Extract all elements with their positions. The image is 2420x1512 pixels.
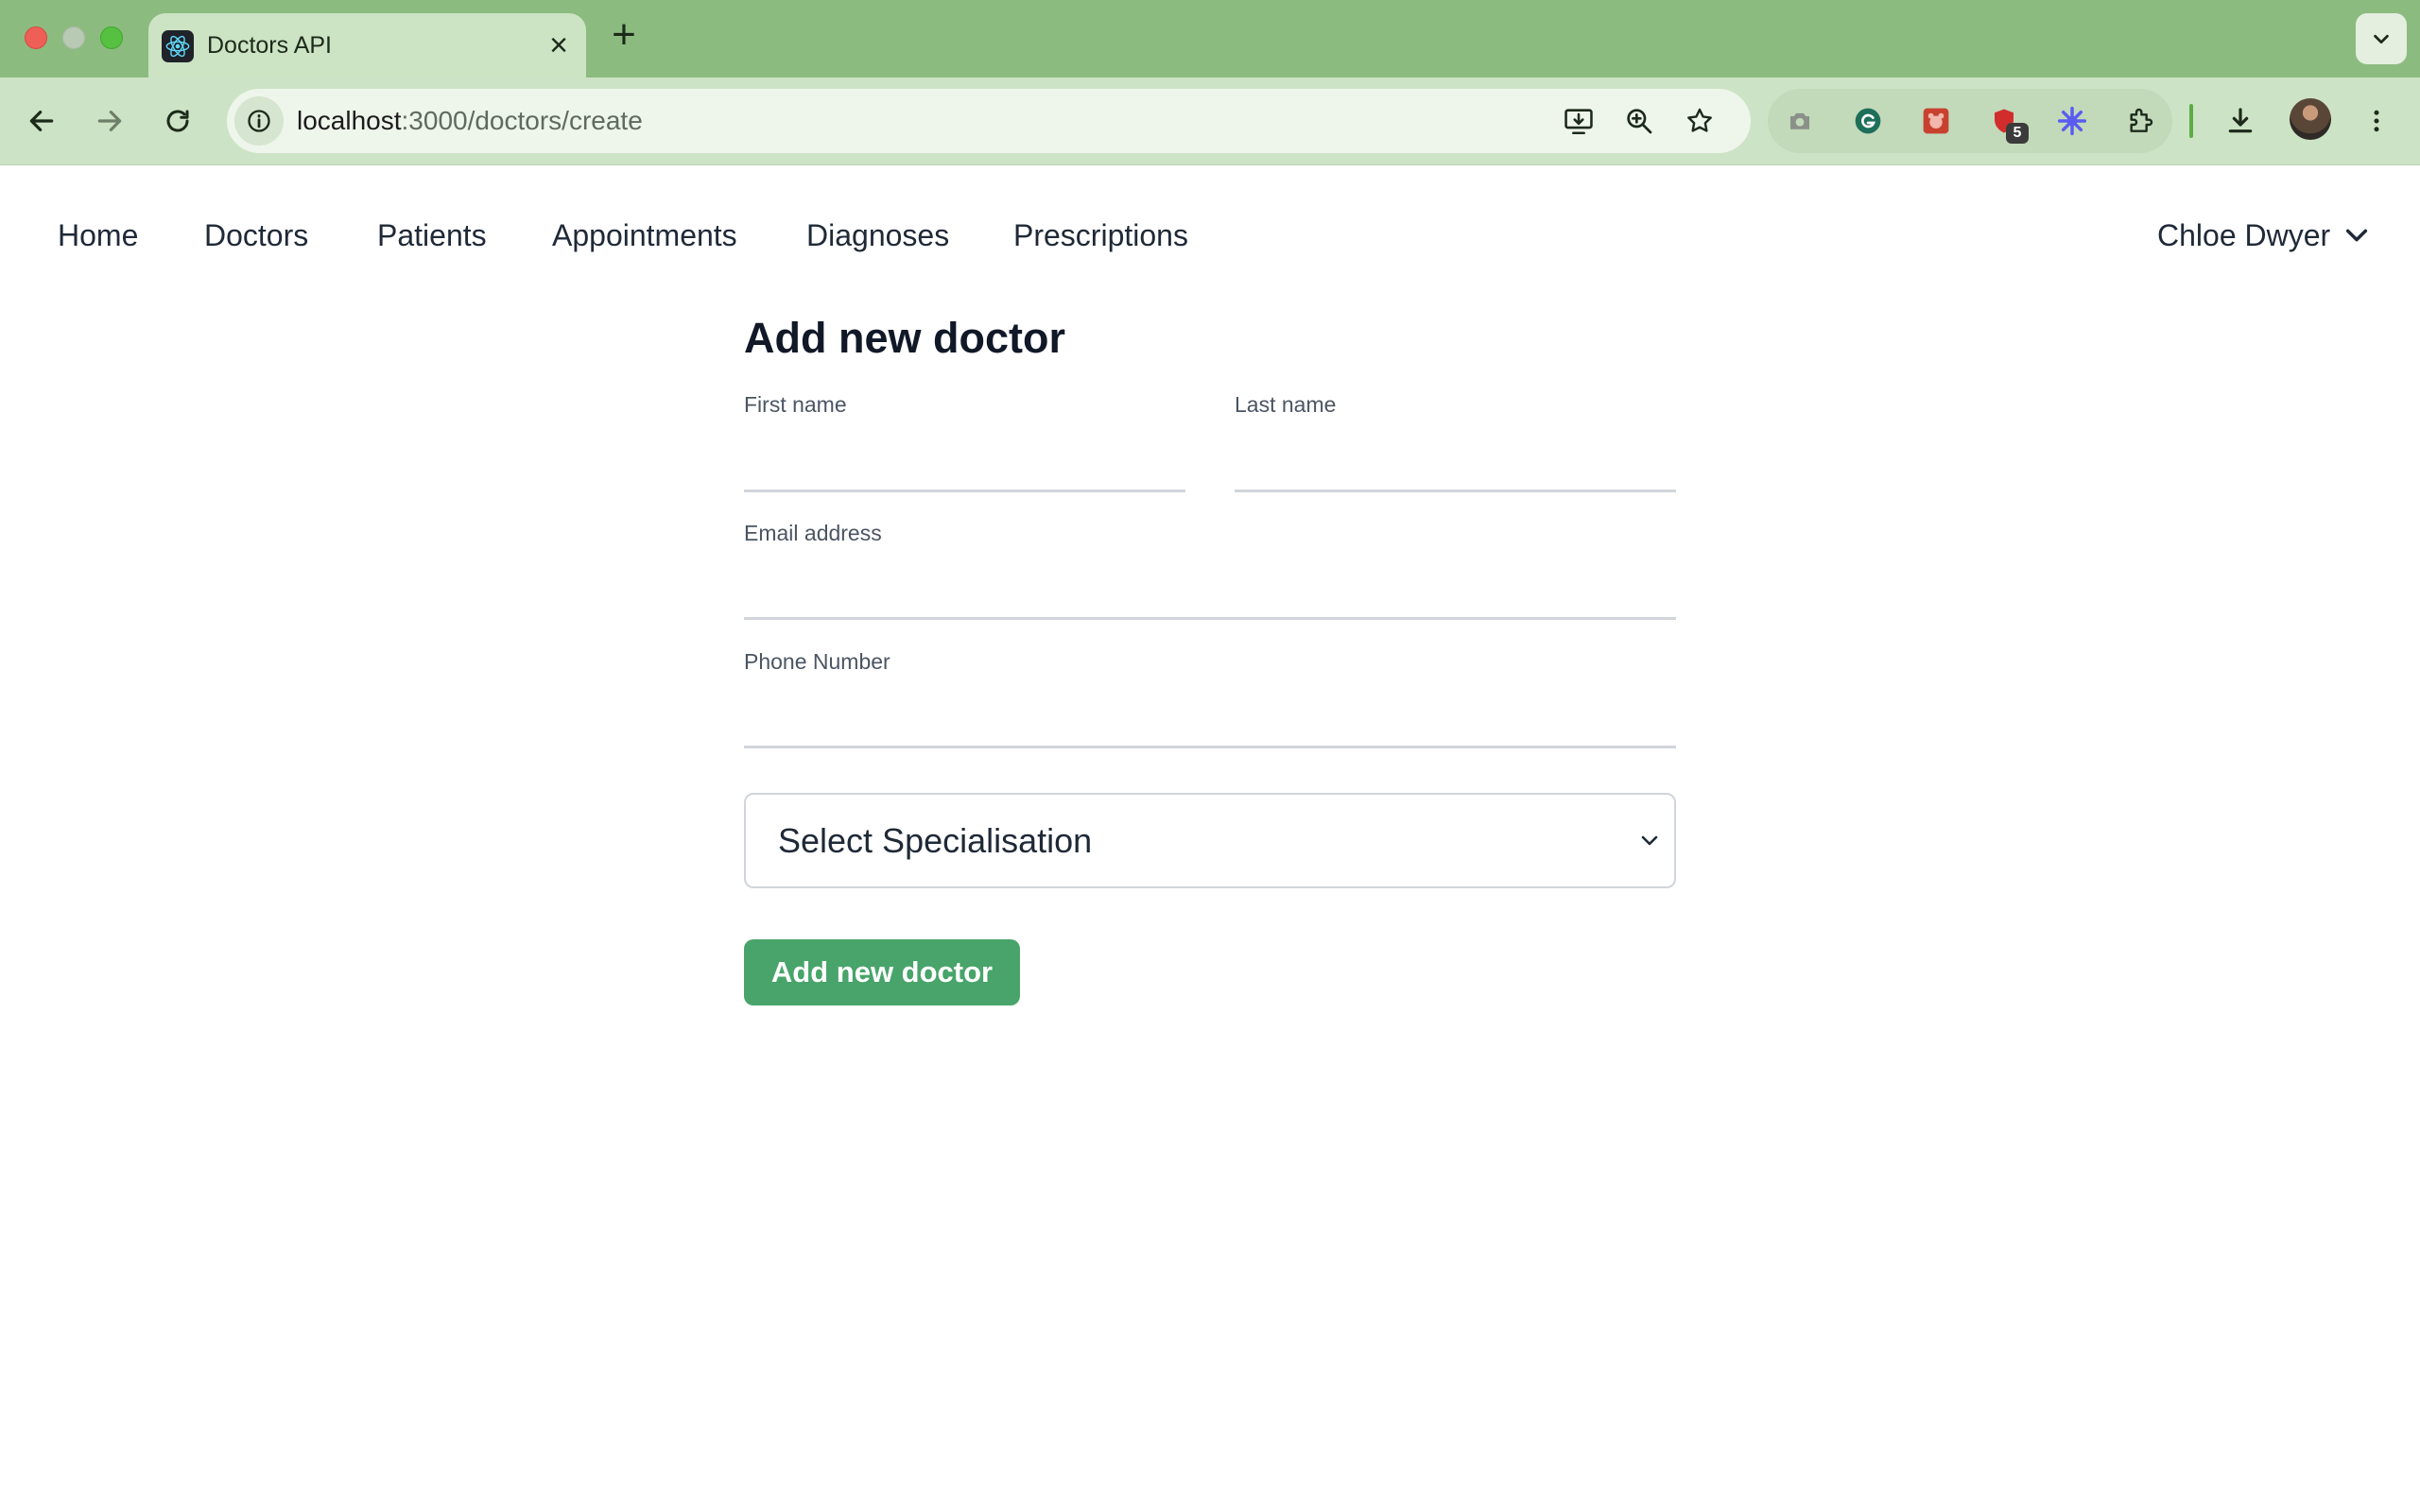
email-input[interactable] (744, 573, 1676, 620)
last-name-label: Last name (1235, 392, 1337, 417)
first-name-label: First name (744, 392, 847, 417)
back-button[interactable] (19, 98, 64, 144)
downloads-button[interactable] (2218, 98, 2263, 144)
browser-tab-active[interactable]: Doctors API × (148, 13, 586, 77)
browser-menu-button[interactable] (2354, 98, 2399, 144)
first-name-input[interactable] (744, 445, 1185, 492)
install-app-icon[interactable] (1556, 98, 1601, 144)
site-info-icon[interactable] (234, 96, 284, 146)
add-doctor-button[interactable]: Add new doctor (744, 939, 1020, 1005)
page-title: Add new doctor (744, 314, 1065, 362)
window-close-button[interactable] (25, 26, 47, 49)
kebab-menu-icon (2374, 110, 2379, 132)
tab-close-icon[interactable]: × (544, 29, 573, 61)
react-icon (162, 30, 194, 62)
nav-link-prescriptions[interactable]: Prescriptions (1013, 216, 1188, 254)
puzzle-extensions-icon[interactable] (2118, 98, 2163, 144)
reload-button[interactable] (155, 98, 200, 144)
specialisation-select[interactable]: Select Specialisation (744, 793, 1676, 888)
last-name-input[interactable] (1235, 445, 1676, 492)
address-bar[interactable]: localhost:3000/doctors/create (227, 89, 1751, 153)
arrow-left-icon (29, 111, 54, 131)
download-icon (2228, 108, 2253, 133)
specialisation-select-value: Select Specialisation (778, 821, 1093, 860)
asterisk-extension-icon[interactable] (2049, 98, 2095, 144)
tab-title: Doctors API (207, 32, 332, 59)
tab-search-button[interactable] (2356, 13, 2407, 64)
nav-link-home[interactable]: Home (58, 216, 138, 254)
phone-label: Phone Number (744, 649, 890, 674)
extension-badge: 5 (2006, 123, 2029, 144)
nav-link-patients[interactable]: Patients (377, 216, 487, 254)
app-navbar: Home Doctors Patients Appointments Diagn… (0, 165, 2420, 312)
chevron-down-icon (2374, 34, 2389, 44)
phone-input[interactable] (744, 701, 1676, 748)
forward-button[interactable] (87, 98, 132, 144)
arrow-right-icon (97, 111, 122, 131)
nav-link-appointments[interactable]: Appointments (552, 216, 737, 254)
toolbar-divider (2189, 104, 2193, 138)
bookmark-star-icon[interactable] (1677, 98, 1722, 144)
nav-link-doctors[interactable]: Doctors (204, 216, 308, 254)
browser-chrome: Doctors API × + localhost:3000/doctors/c… (0, 0, 2420, 165)
email-label: Email address (744, 521, 882, 545)
user-name: Chloe Dwyer (2157, 218, 2331, 252)
camera-extension-icon[interactable] (1777, 98, 1823, 144)
window-minimize-button[interactable] (62, 26, 85, 49)
chevron-down-icon (1641, 835, 1658, 846)
nav-link-diagnoses[interactable]: Diagnoses (806, 216, 949, 254)
browser-toolbar: localhost:3000/doctors/create 5 (0, 77, 2420, 165)
profile-avatar[interactable] (2290, 98, 2331, 140)
shield-extension-icon[interactable]: 5 (1981, 98, 2029, 144)
grammarly-extension-icon[interactable] (1845, 98, 1891, 144)
user-menu[interactable]: Chloe Dwyer (2157, 216, 2370, 254)
window-maximize-button[interactable] (100, 26, 123, 49)
extensions-group: 5 (1768, 89, 2172, 153)
url-text[interactable]: localhost:3000/doctors/create (297, 89, 643, 153)
new-tab-button[interactable]: + (605, 14, 643, 56)
reload-icon (166, 110, 189, 132)
bug-extension-icon[interactable] (1913, 98, 1959, 144)
zoom-icon[interactable] (1616, 98, 1662, 144)
chevron-down-icon (2346, 229, 2368, 242)
